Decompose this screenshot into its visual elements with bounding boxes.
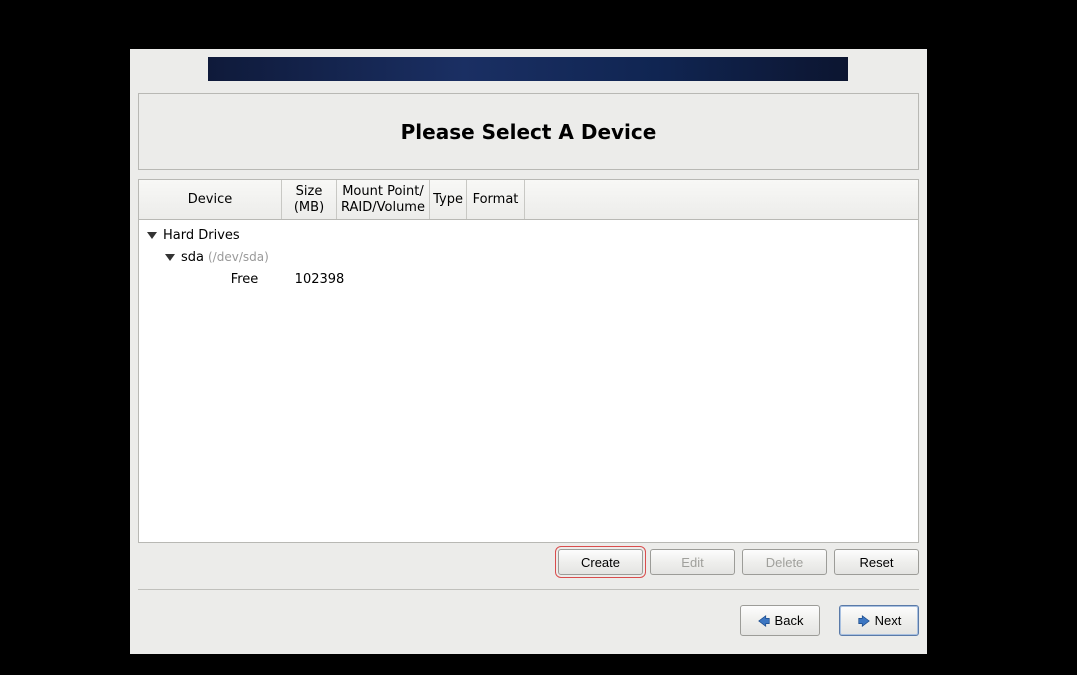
column-header-size[interactable]: Size (MB): [282, 180, 337, 219]
arrow-right-icon: [857, 614, 871, 628]
installer-window: Please Select A Device Device Size (MB) …: [130, 49, 927, 654]
column-header-mount[interactable]: Mount Point/ RAID/Volume: [337, 180, 430, 219]
tree-root-label: Hard Drives: [163, 228, 240, 243]
column-header-spacer: [525, 180, 918, 219]
device-tree[interactable]: Hard Drives sda (/dev/sda) Free 102398: [139, 220, 918, 294]
table-header: Device Size (MB) Mount Point/ RAID/Volum…: [139, 180, 918, 220]
reset-button[interactable]: Reset: [834, 549, 919, 575]
tree-row-disk[interactable]: sda (/dev/sda): [139, 246, 918, 268]
divider: [138, 589, 919, 590]
next-label: Next: [875, 613, 902, 628]
column-header-device[interactable]: Device: [139, 180, 282, 219]
column-header-type[interactable]: Type: [430, 180, 467, 219]
back-button[interactable]: Back: [740, 605, 820, 636]
expander-icon[interactable]: [147, 232, 157, 239]
expander-icon[interactable]: [165, 254, 175, 261]
tree-disk-label: sda: [181, 250, 204, 265]
device-table: Device Size (MB) Mount Point/ RAID/Volum…: [138, 179, 919, 543]
create-button[interactable]: Create: [558, 549, 643, 575]
tree-free-label: Free: [231, 272, 259, 287]
tree-free-size: 102398: [292, 272, 347, 287]
tree-row-free[interactable]: Free 102398: [139, 268, 918, 290]
action-buttons: Create Edit Delete Reset: [138, 549, 919, 579]
banner: [208, 57, 848, 81]
next-button[interactable]: Next: [839, 605, 919, 636]
navigation-buttons: Back Next: [138, 605, 919, 636]
arrow-left-icon: [757, 614, 771, 628]
tree-row-root[interactable]: Hard Drives: [139, 224, 918, 246]
column-header-format[interactable]: Format: [467, 180, 525, 219]
edit-button: Edit: [650, 549, 735, 575]
back-label: Back: [775, 613, 804, 628]
tree-disk-path: (/dev/sda): [208, 250, 269, 264]
page-title: Please Select A Device: [401, 120, 657, 144]
delete-button: Delete: [742, 549, 827, 575]
title-panel: Please Select A Device: [138, 93, 919, 170]
